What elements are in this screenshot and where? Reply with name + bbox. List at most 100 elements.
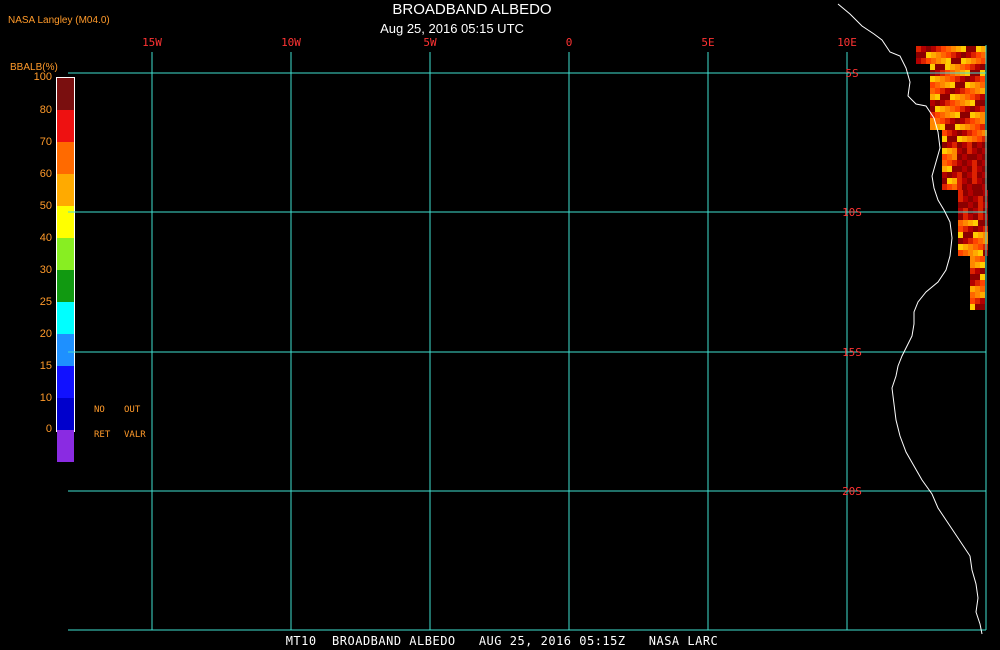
albedo-pixel: [935, 64, 940, 70]
albedo-pixel: [977, 130, 982, 136]
albedo-pixel: [970, 286, 975, 292]
albedo-pixel: [980, 100, 985, 106]
albedo-pixel: [958, 226, 963, 232]
albedo-pixel: [965, 82, 970, 88]
albedo-pixel: [940, 124, 945, 130]
albedo-pixel: [970, 268, 975, 274]
albedo-pixel: [960, 124, 965, 130]
albedo-pixel: [967, 154, 972, 160]
albedo-pixel: [975, 94, 980, 100]
albedo-pixel: [980, 304, 985, 310]
albedo-pixel: [946, 58, 951, 64]
albedo-pixel: [975, 118, 980, 124]
albedo-pixel: [958, 220, 963, 226]
albedo-pixel: [930, 82, 935, 88]
albedo-pixel: [978, 250, 983, 256]
longitude-label: 10W: [281, 36, 301, 49]
albedo-pixel: [970, 274, 975, 280]
albedo-pixel: [957, 130, 962, 136]
albedo-pixel: [955, 112, 960, 118]
albedo-pixel: [950, 124, 955, 130]
albedo-pixel: [975, 280, 980, 286]
albedo-pixel: [962, 142, 967, 148]
albedo-pixel: [955, 106, 960, 112]
albedo-pixel: [942, 172, 947, 178]
albedo-data-field: [916, 46, 988, 310]
albedo-pixel: [960, 64, 965, 70]
albedo-pixel: [930, 100, 935, 106]
footer-text: MT10 BROADBAND ALBEDO AUG 25, 2016 05:15…: [285, 634, 719, 648]
albedo-pixel: [962, 160, 967, 166]
albedo-pixel: [980, 286, 985, 292]
albedo-pixel: [973, 190, 978, 196]
albedo-pixel: [972, 148, 977, 154]
albedo-pixel: [958, 238, 963, 244]
albedo-pixel: [966, 58, 971, 64]
albedo-pixel: [955, 88, 960, 94]
albedo-pixel: [973, 196, 978, 202]
albedo-pixel: [967, 160, 972, 166]
albedo-pixel: [946, 52, 951, 58]
albedo-pixel: [967, 166, 972, 172]
albedo-pixel: [976, 58, 981, 64]
albedo-pixel: [965, 100, 970, 106]
albedo-pixel: [975, 88, 980, 94]
albedo-pixel: [980, 256, 985, 262]
albedo-pixel: [966, 46, 971, 52]
albedo-pixel: [965, 94, 970, 100]
albedo-pixel: [973, 244, 978, 250]
albedo-pixel: [980, 82, 985, 88]
albedo-pixel: [965, 76, 970, 82]
albedo-pixel: [952, 178, 957, 184]
albedo-pixel: [963, 214, 968, 220]
albedo-pixel: [935, 94, 940, 100]
albedo-pixel: [973, 250, 978, 256]
albedo-pixel: [972, 178, 977, 184]
albedo-pixel: [955, 82, 960, 88]
albedo-pixel: [970, 106, 975, 112]
albedo-pixel: [957, 154, 962, 160]
albedo-pixel: [960, 106, 965, 112]
albedo-pixel: [935, 100, 940, 106]
albedo-pixel: [963, 238, 968, 244]
albedo-pixel: [935, 76, 940, 82]
albedo-pixel: [955, 64, 960, 70]
albedo-pixel: [960, 88, 965, 94]
albedo-pixel: [978, 190, 983, 196]
albedo-pixel: [945, 76, 950, 82]
albedo-pixel: [957, 160, 962, 166]
albedo-pixel: [980, 292, 985, 298]
albedo-pixel: [950, 76, 955, 82]
albedo-pixel: [965, 112, 970, 118]
albedo-pixel: [973, 214, 978, 220]
albedo-pixel: [940, 76, 945, 82]
albedo-pixel: [952, 148, 957, 154]
albedo-pixel: [972, 142, 977, 148]
albedo-pixel: [980, 94, 985, 100]
longitude-label: 5E: [701, 36, 714, 49]
albedo-pixel: [945, 124, 950, 130]
albedo-pixel: [960, 100, 965, 106]
albedo-pixel: [975, 262, 980, 268]
albedo-map-window: NASA Langley (M04.0) BROADBAND ALBEDO Au…: [0, 0, 1000, 650]
albedo-pixel: [963, 208, 968, 214]
albedo-pixel: [977, 184, 982, 190]
albedo-pixel: [970, 304, 975, 310]
albedo-pixel: [980, 88, 985, 94]
albedo-pixel: [952, 166, 957, 172]
albedo-pixel: [972, 184, 977, 190]
albedo-pixel: [945, 94, 950, 100]
albedo-pixel: [978, 226, 983, 232]
albedo-pixel: [963, 190, 968, 196]
albedo-pixel: [963, 202, 968, 208]
albedo-pixel: [952, 130, 957, 136]
albedo-pixel: [958, 196, 963, 202]
albedo-pixel: [961, 58, 966, 64]
albedo-pixel: [940, 100, 945, 106]
albedo-pixel: [961, 52, 966, 58]
albedo-pixel: [952, 172, 957, 178]
albedo-pixel: [942, 154, 947, 160]
albedo-pixel: [962, 178, 967, 184]
albedo-pixel: [952, 142, 957, 148]
albedo-pixel: [980, 268, 985, 274]
